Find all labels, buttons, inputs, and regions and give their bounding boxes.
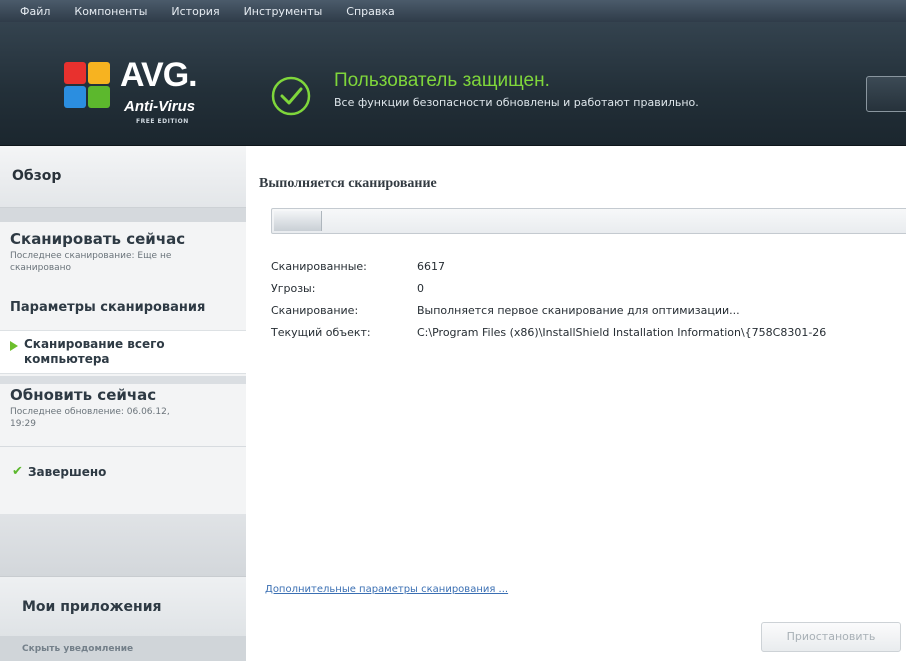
hide-notification-link[interactable]: Скрыть уведомление (0, 636, 246, 661)
checkmark-icon: ✔ (12, 464, 23, 479)
status-subtitle: Все функции безопасности обновлены и раб… (334, 96, 699, 109)
avg-logo: AVG. Anti-Virus FREE EDITION (64, 52, 204, 132)
menu-file[interactable]: Файл (20, 5, 50, 18)
menu-help[interactable]: Справка (346, 5, 394, 18)
logo-brand: AVG. (120, 56, 198, 94)
scanned-value: 6617 (417, 260, 445, 273)
sidebar-overview-label: Обзор (12, 168, 62, 184)
sidebar-scan-section: Сканировать сейчас Последнее сканировани… (0, 222, 246, 514)
update-last-info: Последнее обновление: 06.06.12, 19:29 (10, 407, 170, 429)
sidebar-spacer (0, 514, 246, 576)
sidebar-divider (0, 376, 246, 384)
sidebar: Обзор Сканировать сейчас Последнее скани… (0, 146, 246, 661)
full-scan-label: Сканирование всего компьютера (24, 337, 165, 366)
scanning-value: Выполняется первое сканирование для опти… (417, 304, 740, 317)
threats-label: Угрозы: (271, 282, 316, 295)
menu-tools[interactable]: Инструменты (244, 5, 323, 18)
scan-last-info: Последнее сканирование: Еще не сканирова… (10, 251, 172, 273)
sidebar-item-overview[interactable]: Обзор (0, 146, 246, 208)
logo-product: Anti-Virus (124, 98, 196, 115)
pause-button[interactable]: Приостановить (761, 622, 901, 652)
header: AVG. Anti-Virus FREE EDITION Пользовател… (0, 22, 906, 146)
threats-value: 0 (417, 282, 424, 295)
sidebar-divider (0, 208, 246, 222)
play-arrow-icon (10, 341, 18, 351)
current-object-value: C:\Program Files (x86)\InstallShield Ins… (417, 326, 827, 339)
scan-progress-fill (274, 211, 322, 231)
scan-params-link[interactable]: Параметры сканирования (10, 300, 205, 315)
update-now-link[interactable]: Обновить сейчас (10, 386, 156, 404)
main-panel: Выполняется сканирование Сканированные: … (247, 146, 906, 661)
menu-components[interactable]: Компоненты (74, 5, 147, 18)
scan-now-link[interactable]: Сканировать сейчас (10, 230, 185, 248)
check-circle-icon (271, 76, 311, 116)
my-apps-label: Мои приложения (22, 599, 162, 615)
logo-edition: FREE EDITION (136, 118, 189, 125)
current-object-label: Текущий объект: (271, 326, 371, 339)
menu-history[interactable]: История (171, 5, 219, 18)
advanced-scan-settings-link[interactable]: Дополнительные параметры сканирования ..… (265, 584, 508, 595)
scanned-label: Сканированные: (271, 260, 367, 273)
hide-notification-label: Скрыть уведомление (22, 644, 134, 654)
menu-bar: Файл Компоненты История Инструменты Спра… (0, 0, 906, 22)
avg-logo-icon (64, 62, 114, 110)
header-action-button[interactable] (866, 76, 906, 112)
page-title: Выполняется сканирование (259, 176, 437, 191)
status-finished: Завершено (28, 465, 107, 479)
status-title: Пользователь защищен. (334, 70, 550, 91)
sidebar-item-my-apps[interactable]: Мои приложения (0, 576, 246, 636)
scan-progress-bar (271, 208, 906, 234)
scanning-label: Сканирование: (271, 304, 359, 317)
sidebar-item-full-scan[interactable]: Сканирование всего компьютера (0, 330, 246, 374)
sidebar-divider (0, 446, 246, 447)
